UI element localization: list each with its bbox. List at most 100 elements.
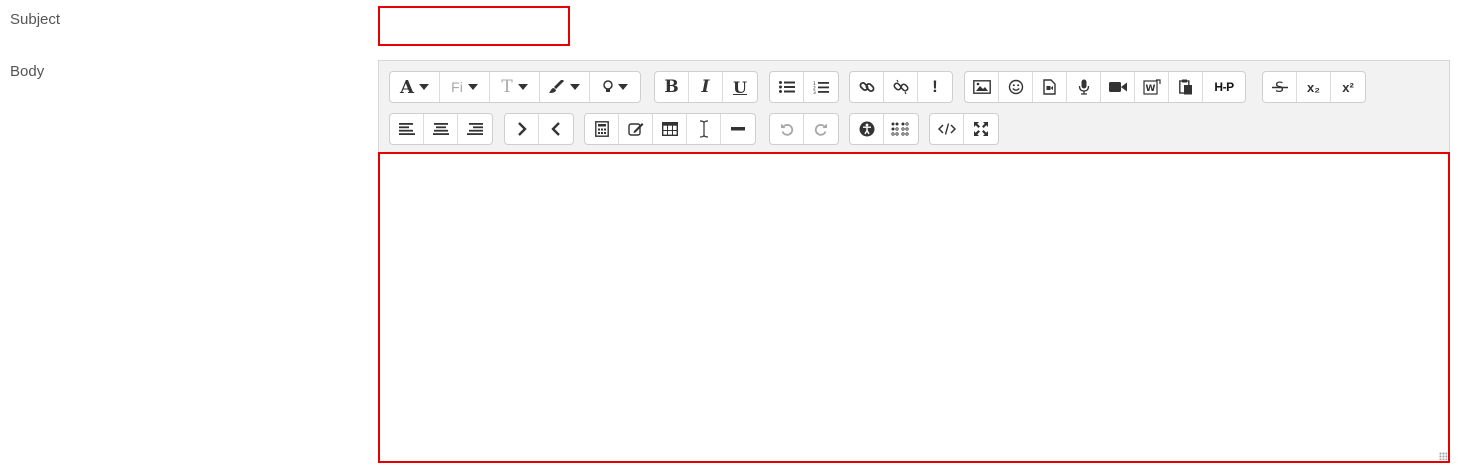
text-format-group: B I U	[654, 71, 758, 103]
italic-button[interactable]: I	[689, 72, 723, 102]
undo-button[interactable]	[770, 114, 804, 144]
font-family-button[interactable]: A	[390, 72, 440, 102]
fullscreen-button[interactable]	[964, 114, 998, 144]
unlink-icon	[892, 79, 909, 95]
subscript-icon: x₂	[1306, 79, 1320, 95]
subscript-button[interactable]: x₂	[1297, 72, 1331, 102]
align-left-icon	[398, 123, 415, 135]
bold-button[interactable]: B	[655, 72, 689, 102]
text-size-button[interactable]: T	[490, 72, 540, 102]
paint-brush-icon	[549, 80, 565, 94]
italic-icon: I	[701, 77, 710, 97]
script-group: S x₂ x²	[1262, 71, 1366, 103]
font-size-icon: Fi	[451, 79, 463, 95]
media-file-icon	[1043, 79, 1056, 95]
ordered-list-icon: 123	[813, 81, 829, 94]
highlight-button[interactable]	[590, 72, 640, 102]
braille-icon	[891, 122, 911, 136]
link-icon	[859, 79, 875, 95]
insert-tools-group	[584, 113, 756, 145]
indent-group	[504, 113, 574, 145]
strikethrough-button[interactable]: S	[1263, 72, 1297, 102]
microphone-icon	[1078, 79, 1090, 95]
special-character-button[interactable]: !	[918, 72, 952, 102]
editor-toolbar: A Fi T B I U 1 2 3 ! W H-P S x₂ x²	[378, 60, 1450, 152]
ordered-list-button[interactable]: 123	[804, 72, 838, 102]
strikethrough-icon: S	[1271, 79, 1288, 95]
link-group: !	[849, 71, 953, 103]
word-import-icon: W	[1142, 79, 1161, 95]
align-right-button[interactable]	[458, 114, 492, 144]
undo-icon	[780, 122, 794, 136]
record-audio-button[interactable]	[1067, 72, 1101, 102]
redo-icon	[814, 122, 828, 136]
horizontal-rule-icon	[731, 127, 745, 131]
paste-button[interactable]	[1169, 72, 1203, 102]
unordered-list-button[interactable]	[770, 72, 804, 102]
align-left-button[interactable]	[390, 114, 424, 144]
h5p-icon: H-P	[1214, 80, 1234, 94]
link-button[interactable]	[850, 72, 884, 102]
resize-handle[interactable]	[1439, 452, 1447, 460]
superscript-icon: x²	[1342, 79, 1354, 95]
editor-content-area[interactable]	[378, 152, 1450, 463]
indent-button[interactable]	[505, 114, 539, 144]
svg-text:3: 3	[813, 90, 816, 94]
underline-button[interactable]: U	[723, 72, 757, 102]
history-group	[769, 113, 839, 145]
bold-icon: B	[664, 77, 679, 97]
outdent-icon	[551, 122, 561, 136]
cursor-icon	[699, 120, 709, 138]
font-size-button[interactable]: Fi	[440, 72, 490, 102]
lightbulb-icon	[602, 80, 613, 94]
align-right-icon	[467, 123, 483, 135]
view-group	[929, 113, 999, 145]
font-style-group: A Fi T	[389, 71, 641, 103]
table-icon	[661, 122, 678, 136]
screen-reader-helper-button[interactable]	[884, 114, 918, 144]
media-group: W H-P	[964, 71, 1246, 103]
record-video-button[interactable]	[1101, 72, 1135, 102]
word-import-button[interactable]: W	[1135, 72, 1169, 102]
outdent-button[interactable]	[539, 114, 573, 144]
h5p-button[interactable]: H-P	[1203, 72, 1245, 102]
indent-icon	[517, 122, 527, 136]
superscript-button[interactable]: x²	[1331, 72, 1365, 102]
rich-text-editor: A Fi T B I U 1 2 3 ! W H-P S x₂ x²	[378, 60, 1450, 463]
special-character-icon: !	[932, 77, 938, 96]
calculator-button[interactable]	[585, 114, 619, 144]
calculator-icon	[594, 121, 609, 137]
html-code-icon	[937, 123, 956, 135]
subject-input[interactable]	[378, 6, 570, 46]
redo-button[interactable]	[804, 114, 838, 144]
table-button[interactable]	[653, 114, 687, 144]
fullscreen-icon	[974, 122, 988, 136]
video-camera-icon	[1108, 81, 1127, 93]
align-center-button[interactable]	[424, 114, 458, 144]
subject-label: Subject	[10, 11, 61, 28]
svg-text:W: W	[1145, 84, 1155, 94]
text-size-icon: T	[501, 77, 513, 97]
list-group: 123	[769, 71, 839, 103]
body-label: Body	[10, 63, 45, 80]
horizontal-rule-button[interactable]	[721, 114, 755, 144]
unordered-list-icon	[778, 81, 795, 93]
font-color-button[interactable]	[540, 72, 590, 102]
accessibility-checker-button[interactable]	[850, 114, 884, 144]
html-source-button[interactable]	[930, 114, 964, 144]
paste-icon	[1178, 79, 1193, 95]
align-group	[389, 113, 493, 145]
emoticon-icon	[1008, 79, 1024, 95]
accessibility-icon	[859, 121, 875, 137]
emoticon-button[interactable]	[999, 72, 1033, 102]
edit-equation-icon	[627, 121, 644, 137]
align-center-icon	[432, 123, 449, 135]
accessibility-group	[849, 113, 919, 145]
underline-icon: U	[733, 77, 747, 97]
media-file-button[interactable]	[1033, 72, 1067, 102]
image-button[interactable]	[965, 72, 999, 102]
image-icon	[972, 80, 991, 94]
cursor-button[interactable]	[687, 114, 721, 144]
unlink-button[interactable]	[884, 72, 918, 102]
edit-equation-button[interactable]	[619, 114, 653, 144]
